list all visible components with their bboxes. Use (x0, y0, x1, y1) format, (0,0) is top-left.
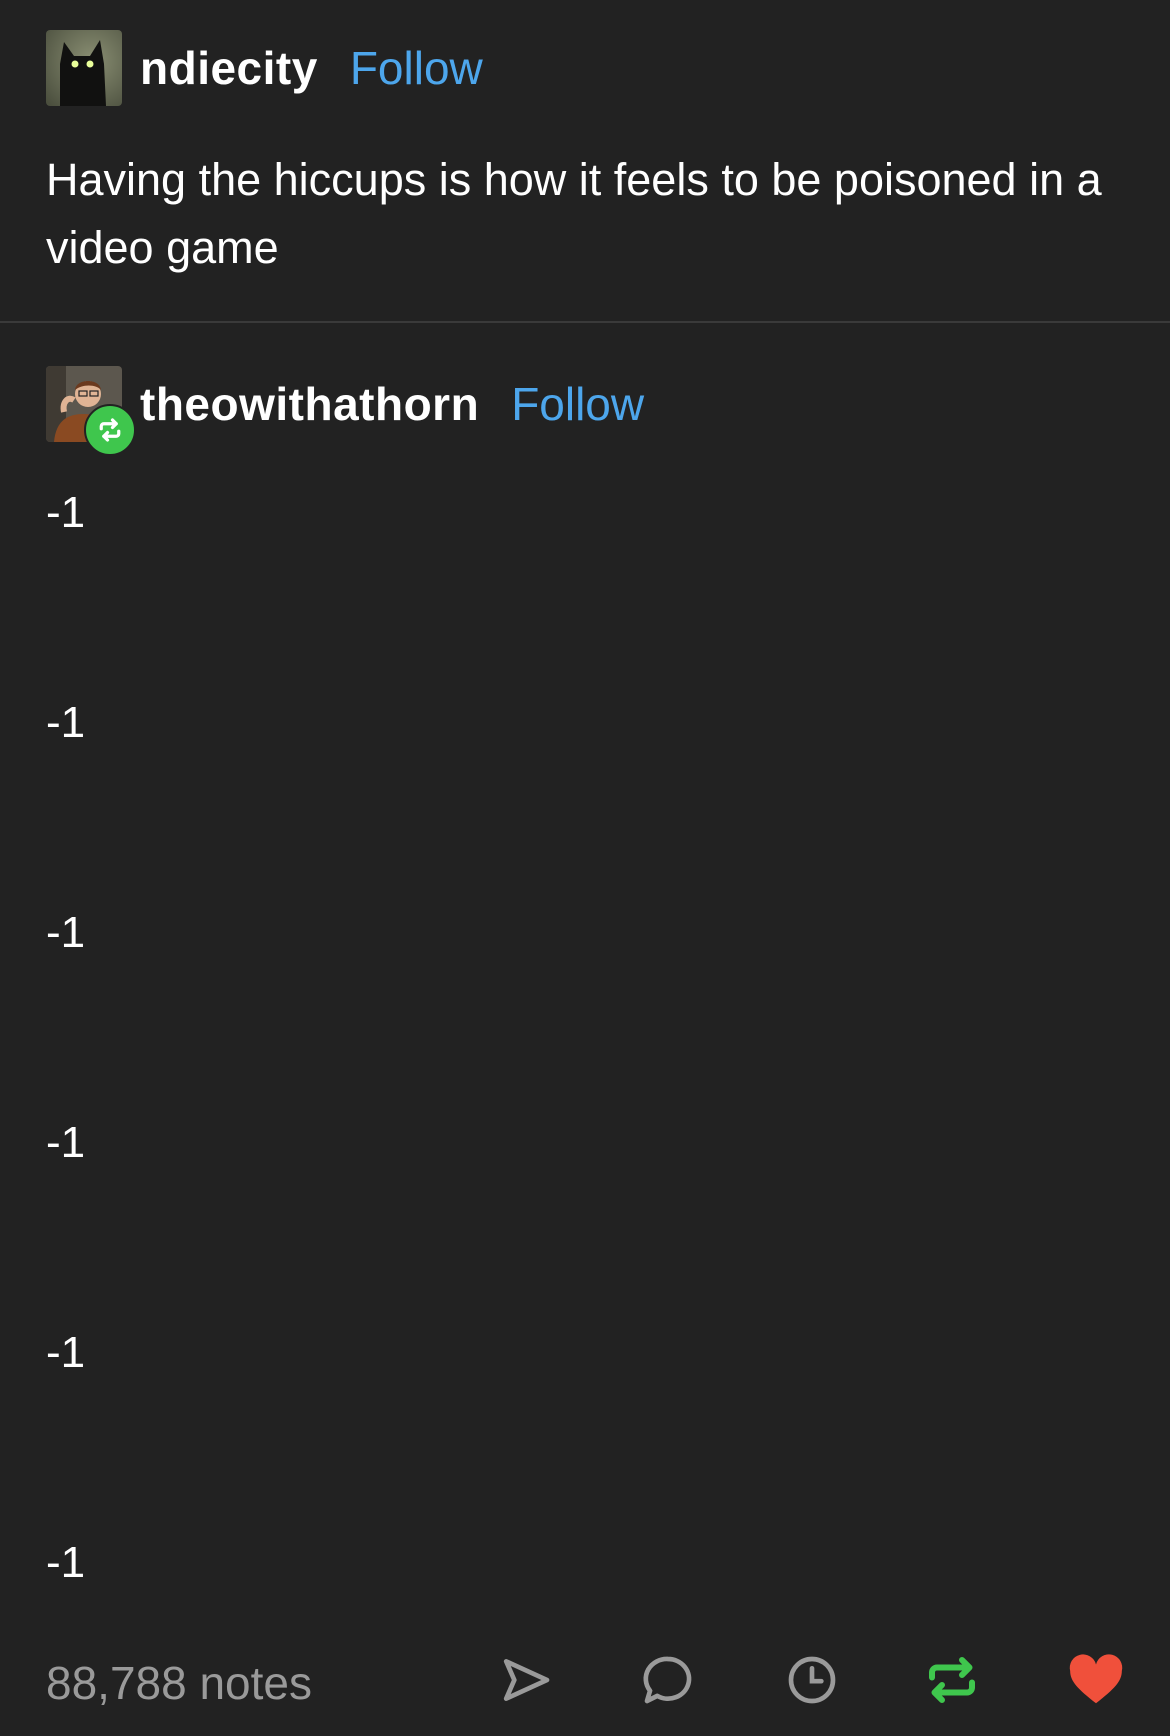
reply-line: -1 (46, 1328, 86, 1377)
reply-line: -1 (46, 1118, 86, 1167)
like-icon[interactable] (1064, 1648, 1128, 1712)
follow-button[interactable]: Follow (511, 377, 644, 431)
post-body-text: Having the hiccups is how it feels to be… (46, 154, 1102, 273)
cat-avatar-image (46, 30, 122, 106)
avatar-theowithathorn[interactable] (46, 366, 136, 456)
reply-line: -1 (46, 698, 86, 747)
schedule-icon[interactable] (780, 1648, 844, 1712)
username[interactable]: theowithathorn (140, 377, 479, 431)
reply-icon[interactable] (636, 1648, 700, 1712)
share-icon[interactable] (494, 1648, 558, 1712)
reply-line: -1 (46, 488, 86, 537)
post-header-ndiecity: ndiecity Follow (46, 30, 483, 106)
reblog-badge-icon (84, 404, 136, 456)
reblog-icon[interactable] (920, 1648, 984, 1712)
avatar-ndiecity[interactable] (46, 30, 122, 106)
notes-count[interactable]: 88,788 notes (46, 1656, 312, 1710)
reply-line: -1 (46, 908, 86, 957)
post-header-theowithathorn: theowithathorn Follow (46, 366, 644, 456)
post-divider (0, 321, 1170, 323)
username[interactable]: ndiecity (140, 41, 318, 95)
reply-line: -1 (46, 1538, 86, 1587)
post-footer: 88,788 notes (0, 1648, 1170, 1720)
follow-button[interactable]: Follow (350, 41, 483, 95)
